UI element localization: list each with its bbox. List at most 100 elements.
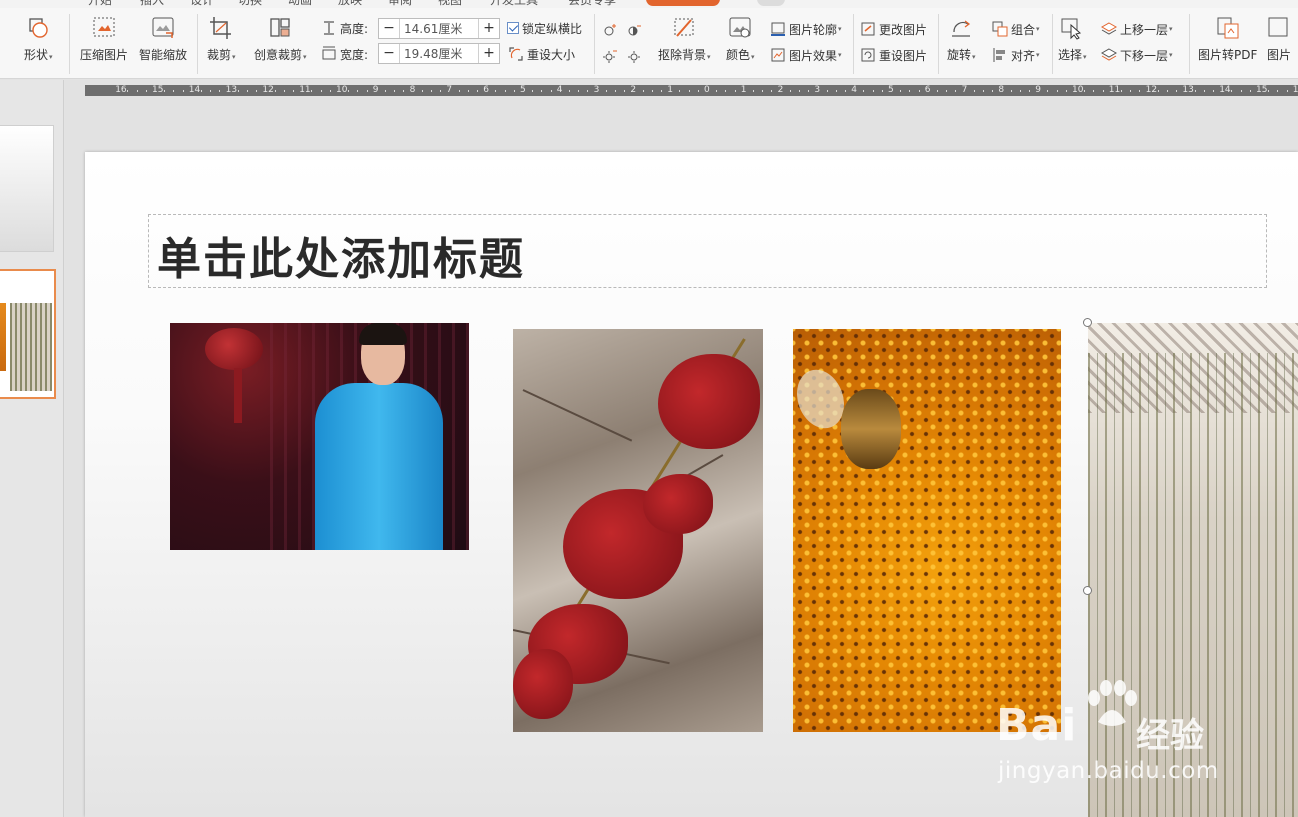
tab-slideshow[interactable]: 放映 [338,0,362,8]
contrast-down-button[interactable] [626,46,645,66]
ruler-tick-label: 9 [1035,85,1041,95]
smart-zoom-icon [150,16,176,40]
contrast-up-button[interactable] [626,20,645,40]
brightness-up-button[interactable] [602,20,621,40]
ruler-minor-tick [973,90,975,92]
remove-background-label: 抠除背景 [658,48,707,62]
compress-picture-button[interactable]: 压缩图片 [80,8,128,63]
slide-thumbnail-2[interactable] [0,269,56,399]
width-input[interactable] [399,44,479,63]
tab-start[interactable]: 开始 [88,0,112,8]
picture-more-button[interactable]: 图片 [1266,8,1292,63]
search-pill[interactable] [757,0,785,6]
tab-transition[interactable]: 切换 [238,0,262,8]
ruler-minor-tick [624,90,626,92]
send-backward-button[interactable]: 下移一层 ▾ [1101,45,1173,65]
width-spinner[interactable]: − + [378,43,500,64]
bring-forward-button[interactable]: 上移一层 ▾ [1101,19,1173,39]
slide[interactable]: 单击此处添加标题 Bai 经验 jingyan.baidu.com [85,152,1298,817]
crop-label: 裁剪 [207,48,232,62]
ruler-minor-tick [1065,90,1067,92]
ribbon-tab-strip: 开始 插入 设计 切换 动画 放映 审阅 视图 开发工具 会员专享 [0,0,1298,8]
picture-to-pdf-button[interactable]: 图片转PDF [1198,8,1257,63]
contrast-down-icon [626,48,642,64]
picture-performer-blue-robe[interactable] [170,323,469,550]
lock-ratio-checkbox[interactable]: 锁定纵横比 [507,18,582,38]
height-increase-button[interactable]: + [479,19,499,38]
watermark-brand: Bai [996,700,1078,751]
rotate-button[interactable]: 旋转▾ [947,8,976,63]
brightness-down-button[interactable] [602,46,621,66]
group-icon [992,21,1008,37]
brightness-up-icon [602,22,618,38]
title-placeholder[interactable]: 单击此处添加标题 [148,214,1267,288]
change-picture-button[interactable]: 更改图片 [860,19,927,39]
ruler-minor-tick [1130,90,1132,92]
selection-handle-top-left[interactable] [1083,318,1092,327]
brightness-down-icon [602,48,618,64]
smart-zoom-button[interactable]: 智能缩放 [139,8,187,63]
reset-picture-label: 重设图片 [879,48,928,63]
tab-review[interactable]: 审阅 [388,0,412,8]
ruler-minor-tick [1203,90,1205,92]
ruler-minor-tick [458,90,460,92]
ruler-tick-label: 3 [593,85,600,95]
align-button[interactable]: 对齐 ▾ [992,45,1040,65]
ruler-minor-tick [937,90,938,92]
width-label: 宽度: [340,47,369,62]
reset-picture-button[interactable]: 重设图片 [860,45,927,65]
height-input[interactable] [399,19,479,38]
ruler-tick-label: 1 [740,85,747,95]
ruler-minor-tick [1047,90,1049,92]
ruler-tick-label: 13 [225,85,238,95]
height-spinner[interactable]: − + [378,18,500,39]
reset-size-button[interactable]: 重设大小 [508,44,575,64]
change-picture-icon [860,21,876,37]
ruler-minor-tick [697,90,699,92]
ruler-minor-tick [1093,90,1095,92]
ruler-minor-tick [688,90,690,92]
select-button[interactable]: 选择▾ [1058,8,1087,63]
height-decrease-button[interactable]: − [379,19,399,38]
width-label-group: 宽度: [321,44,368,64]
width-decrease-button[interactable]: − [379,44,399,63]
group-button[interactable]: 组合 ▾ [992,19,1040,39]
rotate-icon [948,16,974,40]
ruler-minor-tick [357,90,359,92]
ruler-tick-label: 14 [1219,85,1231,95]
ruler-minor-tick [569,90,570,92]
horizontal-ruler[interactable]: 16 15 14 13 12 11 10 9 8 7 6 5 4 3 2 1 0 1 2 3 4 5 6 7 8 9 10 11 12 1… [85,85,1298,96]
picture-red-leaves-on-rock[interactable] [513,329,763,732]
creative-crop-button[interactable]: 创意裁剪▾ [254,8,307,63]
ruler-tick-label: 13 [1182,85,1194,95]
checkbox-checked-icon[interactable] [507,22,519,34]
picture-bee-on-sunflower[interactable] [793,329,1061,732]
tab-insert[interactable]: 插入 [140,0,164,8]
color-button[interactable]: 颜色▾ [726,8,755,63]
tab-picture-tools[interactable] [646,0,720,6]
change-picture-label: 更改图片 [879,22,928,37]
ruler-minor-tick [1029,90,1030,92]
remove-background-button[interactable]: 抠除背景▾ [658,8,711,63]
tab-view[interactable]: 视图 [438,0,462,8]
ruler-tick-label: 5 [888,85,894,95]
ribbon-toolbar: 形状▾ 压缩图片 智能缩放 裁剪▾ 创意裁剪▾ 高度: − + [0,8,1298,79]
selection-handle-middle-left[interactable] [1083,586,1092,595]
width-increase-button[interactable]: + [479,44,499,63]
crop-button[interactable]: 裁剪▾ [207,8,236,63]
shape-button[interactable]: 形状▾ [24,8,53,63]
title-placeholder-text[interactable]: 单击此处添加标题 [157,223,525,287]
crop-icon [208,16,234,40]
ruler-minor-tick [872,90,874,92]
tab-design[interactable]: 设计 [190,0,214,8]
tab-animation[interactable]: 动画 [288,0,312,8]
picture-effect-button[interactable]: 图片效果 ▾ [770,45,842,65]
tab-member[interactable]: 会员专享 [568,0,616,8]
lock-ratio-label: 锁定纵横比 [522,21,583,36]
ruler-minor-tick [274,90,276,92]
ruler-tick-label: 15 [152,85,164,95]
slide-thumbnail-1[interactable] [0,125,54,252]
tab-dev[interactable]: 开发工具 [490,0,538,8]
picture-outline-button[interactable]: 图片轮廓 ▾ [770,19,842,39]
ruler-tick-label: 16 [1292,85,1298,95]
